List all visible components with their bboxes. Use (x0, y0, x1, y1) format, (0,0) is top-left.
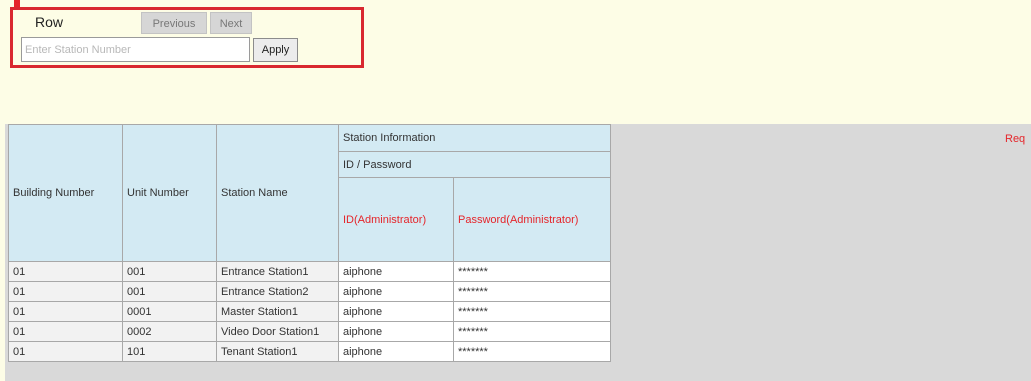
station-table: Building Number Unit Number Station Name… (8, 124, 611, 362)
password-field[interactable]: ******* (453, 321, 611, 342)
table-row: 01 001 Entrance Station2 aiphone ******* (8, 281, 611, 302)
table-row: 01 0001 Master Station1 aiphone ******* (8, 301, 611, 322)
password-field[interactable]: ******* (453, 301, 611, 322)
previous-button[interactable]: Previous (141, 12, 207, 34)
unit-number-cell: 0001 (122, 301, 217, 322)
station-name-cell: Entrance Station2 (216, 281, 339, 302)
unit-number-cell: 101 (122, 341, 217, 362)
id-field[interactable]: aiphone (338, 281, 454, 302)
password-field[interactable]: ******* (453, 341, 611, 362)
station-name-cell: Master Station1 (216, 301, 339, 322)
header-id-administrator: ID(Administrator) (338, 177, 454, 262)
table-row: 01 0002 Video Door Station1 aiphone ******* (8, 321, 611, 342)
required-note: Req (1005, 133, 1026, 145)
table-row: 01 101 Tenant Station1 aiphone ******* (8, 341, 611, 362)
next-button[interactable]: Next (210, 12, 252, 34)
unit-number-cell: 001 (122, 261, 217, 282)
header-id-password: ID / Password (338, 151, 611, 178)
building-number-cell: 01 (8, 261, 123, 282)
station-name-cell: Video Door Station1 (216, 321, 339, 342)
row-label: Row (35, 14, 64, 30)
id-field[interactable]: aiphone (338, 341, 454, 362)
building-number-cell: 01 (8, 341, 123, 362)
unit-number-cell: 001 (122, 281, 217, 302)
header-building-number: Building Number (8, 124, 123, 262)
id-field[interactable]: aiphone (338, 321, 454, 342)
table-row: 01 001 Entrance Station1 aiphone ******* (8, 261, 611, 282)
apply-button[interactable]: Apply (253, 38, 298, 62)
id-field[interactable]: aiphone (338, 261, 454, 282)
header-station-name: Station Name (216, 124, 339, 262)
header-password-administrator: Password(Administrator) (453, 177, 611, 262)
password-field[interactable]: ******* (453, 281, 611, 302)
id-field[interactable]: aiphone (338, 301, 454, 322)
building-number-cell: 01 (8, 301, 123, 322)
building-number-cell: 01 (8, 281, 123, 302)
station-number-input[interactable] (21, 37, 250, 62)
header-unit-number: Unit Number (122, 124, 217, 262)
header-station-information: Station Information (338, 124, 611, 152)
station-name-cell: Entrance Station1 (216, 261, 339, 282)
table-body: 01 001 Entrance Station1 aiphone ******* 01 00… (8, 261, 611, 362)
building-number-cell: 01 (8, 321, 123, 342)
unit-number-cell: 0002 (122, 321, 217, 342)
station-name-cell: Tenant Station1 (216, 341, 339, 362)
password-field[interactable]: ******* (453, 261, 611, 282)
